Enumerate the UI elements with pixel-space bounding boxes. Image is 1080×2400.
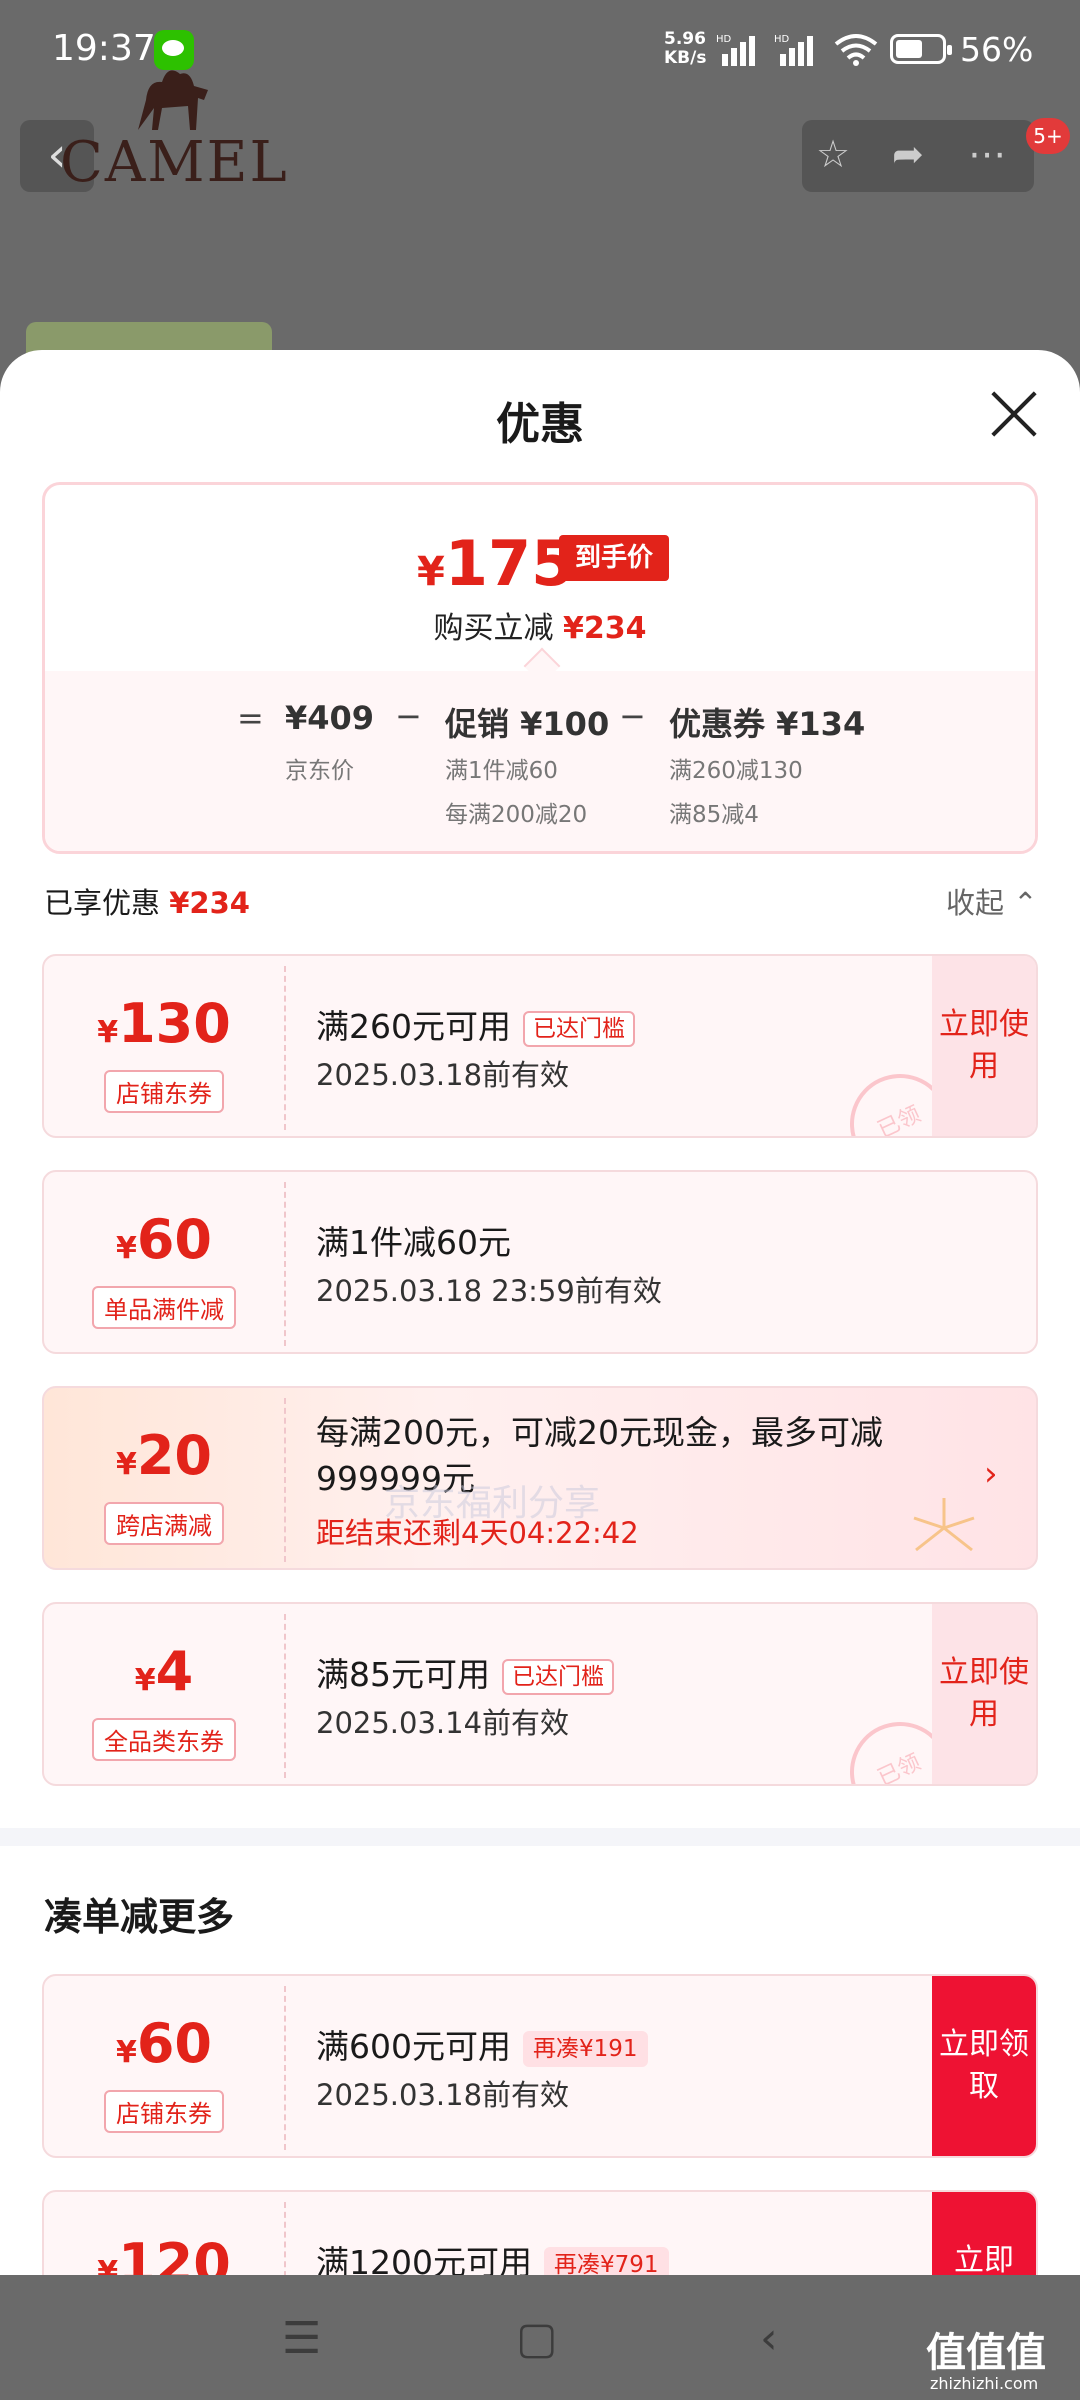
coupon-type-tag: 店铺东券 xyxy=(104,2090,224,2133)
coupon-card: ¥130 店铺东券 满260元可用 已达门槛 2025.03.18前有效 已领 立… xyxy=(42,954,1038,1138)
promo-detail-1: 满1件减60 xyxy=(445,758,558,784)
coupon-validity: 2025.03.18前有效 xyxy=(316,1058,570,1092)
final-price-tag: 到手价 xyxy=(559,535,669,581)
brand-logo: CAMEL xyxy=(60,130,289,195)
system-nav-bar: ☰ ▢ ‹ xyxy=(0,2275,1080,2400)
battery-percent: 56% xyxy=(960,30,1034,69)
promo-condition: 满1件减60元 xyxy=(316,1223,511,1262)
final-price: ¥175 xyxy=(417,527,575,600)
promo-detail-2: 每满200减20 xyxy=(445,802,588,828)
notification-badge: 5+ xyxy=(1026,118,1070,154)
coupon-amount: ¥4 xyxy=(134,1640,194,1703)
svg-text:HD: HD xyxy=(716,34,732,45)
svg-text:HD: HD xyxy=(774,34,790,45)
signal-icon: HD xyxy=(716,34,755,66)
home-icon[interactable]: ▢ xyxy=(516,2313,558,2364)
coupon-condition: 满260元可用 已达门槛 xyxy=(316,1000,635,1048)
coupon-condition: 满600元可用 再凑¥191 xyxy=(316,2020,648,2068)
site-logo: 值值值 xyxy=(926,2330,1046,2376)
site-url: zhizhizhi.com xyxy=(930,2374,1039,2393)
coupon-condition: 满1200元可用 再凑¥791 xyxy=(316,2236,669,2275)
discount-sheet: 优惠 ¥175 到手价 购买立减 ¥234 = ¥409 京东价 − 促销 ¥1… xyxy=(0,350,1080,2275)
use-now-button[interactable]: 立即使用 xyxy=(932,1604,1036,1784)
claimable-coupon-card: ¥60 店铺东券 满600元可用 再凑¥191 2025.03.18前有效 立即领… xyxy=(42,1974,1038,2158)
menu-icon[interactable]: ☰ xyxy=(282,2313,321,2364)
minus-sign-2: − xyxy=(619,697,646,735)
close-icon[interactable] xyxy=(990,390,1038,438)
coupon-type-tag: 全品类东券 xyxy=(92,1718,236,1761)
wifi-icon xyxy=(834,34,878,66)
claim-now-button[interactable]: 立即 xyxy=(932,2192,1036,2275)
minus-sign: − xyxy=(395,697,422,735)
section-separator xyxy=(0,1828,1080,1846)
share-icon[interactable]: ➦ xyxy=(892,132,924,176)
remaining-amount-badge: 再凑¥791 xyxy=(543,2246,669,2275)
coupon-card: ¥4 全品类东券 满85元可用 已达门槛 2025.03.14前有效 已领 立即使… xyxy=(42,1602,1038,1786)
coupon-amount: ¥120 xyxy=(97,2232,231,2275)
enjoyed-discount: 已享优惠 ¥234 xyxy=(44,886,250,920)
promo-type-tag: 单品满件减 xyxy=(92,1286,236,1329)
promo-validity: 2025.03.18 23:59前有效 xyxy=(316,1274,662,1308)
threshold-met-badge: 已达门槛 xyxy=(502,1658,614,1695)
equals-sign: = xyxy=(237,699,264,737)
threshold-met-badge: 已达门槛 xyxy=(523,1010,635,1047)
camel-logo-icon xyxy=(138,70,208,130)
coupon-total: 优惠券 ¥134 xyxy=(669,705,866,743)
cross-store-amount: ¥20 xyxy=(115,1424,213,1487)
claimable-coupon-card: ¥120 满1200元可用 再凑¥791 立即 xyxy=(42,2190,1038,2275)
instant-discount: 购买立减 ¥234 xyxy=(433,611,647,646)
jd-price-label: 京东价 xyxy=(285,758,354,784)
claim-now-button[interactable]: 立即领取 xyxy=(932,1976,1036,2156)
promo-card: ¥60 单品满件减 满1件减60元 2025.03.18 23:59前有效 xyxy=(42,1170,1038,1354)
back-icon[interactable]: ‹ xyxy=(760,2313,778,2364)
coupon-detail-2: 满85减4 xyxy=(669,802,759,828)
network-speed: 5.96 KB/s xyxy=(664,29,707,68)
coupon-condition: 满85元可用 已达门槛 xyxy=(316,1648,614,1696)
remaining-amount-badge: 再凑¥191 xyxy=(523,2030,648,2067)
watermark-text: 京东福利分享 xyxy=(384,1483,601,1524)
cross-store-tag: 跨店满减 xyxy=(104,1502,224,1545)
sheet-title: 优惠 xyxy=(496,399,584,450)
more-icon[interactable]: ⋯ xyxy=(968,132,1006,176)
coupon-type-tag: 店铺东券 xyxy=(104,1070,224,1113)
signal-icon-2: HD xyxy=(774,34,813,66)
coupon-validity: 2025.03.14前有效 xyxy=(316,1706,570,1740)
promo-total: 促销 ¥100 xyxy=(445,705,610,743)
use-now-button[interactable]: 立即使用 xyxy=(932,956,1036,1136)
coupon-amount: ¥60 xyxy=(115,2012,213,2075)
coupon-detail-1: 满260减130 xyxy=(669,758,803,784)
battery-icon xyxy=(890,34,952,64)
firework-icon xyxy=(913,1498,975,1552)
promo-amount: ¥60 xyxy=(115,1208,213,1271)
header-actions: ☆ ➦ ⋯ xyxy=(802,120,1034,192)
more-discounts-title: 凑单减更多 xyxy=(44,1895,235,1939)
star-icon[interactable]: ☆ xyxy=(816,132,850,176)
collapse-toggle[interactable]: 收起 ⌃ xyxy=(946,880,1038,922)
coupon-amount: ¥130 xyxy=(97,992,231,1055)
jd-price: ¥409 xyxy=(285,699,375,737)
coupon-validity: 2025.03.18前有效 xyxy=(316,2078,570,2112)
price-summary: ¥175 到手价 购买立减 ¥234 = ¥409 京东价 − 促销 ¥100 … xyxy=(42,482,1038,854)
